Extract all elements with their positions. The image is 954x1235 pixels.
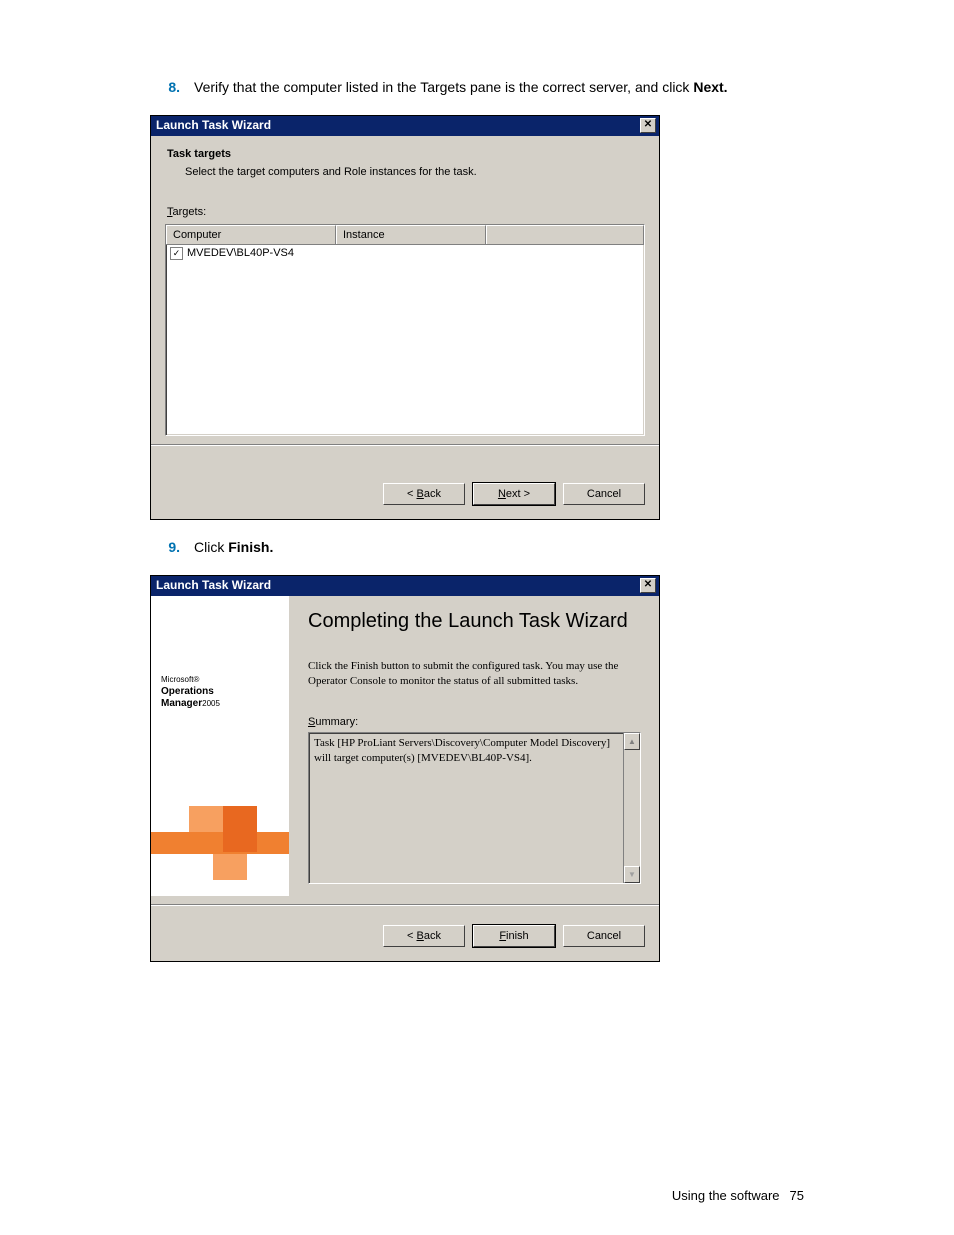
dialog2-titlebar[interactable]: Launch Task Wizard ✕ bbox=[151, 576, 659, 596]
wizard-heading: Completing the Launch Task Wizard bbox=[308, 610, 641, 633]
col-rest bbox=[486, 225, 644, 244]
wizard-sidebar: Microsoft® Operations Manager2005 bbox=[151, 596, 290, 897]
targets-label: Targets: bbox=[167, 206, 645, 218]
col-computer[interactable]: Computer bbox=[166, 225, 336, 244]
scrollbar[interactable]: ▲ ▼ bbox=[623, 733, 640, 883]
launch-task-wizard-dialog-targets: Launch Task Wizard ✕ Task targets Select… bbox=[150, 115, 660, 520]
dialog1-title: Launch Task Wizard bbox=[156, 118, 271, 132]
wizard-brand: Microsoft® Operations Manager2005 bbox=[161, 674, 220, 710]
cancel-button[interactable]: Cancel bbox=[563, 483, 645, 505]
step-9-bold: Finish. bbox=[228, 539, 273, 555]
footer-text: Using the software bbox=[672, 1188, 780, 1203]
step-8-text-before: Verify that the computer listed in the T… bbox=[194, 79, 693, 95]
back-button[interactable]: < Back bbox=[383, 925, 465, 947]
close-icon[interactable]: ✕ bbox=[640, 578, 656, 593]
page-footer: Using the software 75 bbox=[672, 1188, 804, 1203]
targets-row-computer: MVEDEV\BL40P-VS4 bbox=[187, 247, 294, 259]
close-icon[interactable]: ✕ bbox=[640, 118, 656, 133]
launch-task-wizard-dialog-complete: Launch Task Wizard ✕ Microsoft® Operatio… bbox=[150, 575, 660, 963]
wizard-paragraph: Click the Finish button to submit the co… bbox=[308, 659, 641, 689]
footer-page: 75 bbox=[790, 1188, 804, 1203]
checkbox-icon[interactable]: ✓ bbox=[170, 247, 183, 260]
scroll-up-icon[interactable]: ▲ bbox=[624, 733, 640, 750]
summary-label: Summary: bbox=[308, 716, 641, 728]
targets-list[interactable]: Computer Instance ✓ MVEDEV\BL40P-VS4 bbox=[165, 224, 645, 436]
targets-header: Computer Instance bbox=[166, 225, 644, 245]
summary-text: Task [HP ProLiant Servers\Discovery\Comp… bbox=[309, 733, 640, 883]
step-8-text: Verify that the computer listed in the T… bbox=[194, 78, 804, 97]
step-8: 8. Verify that the computer listed in th… bbox=[150, 78, 804, 97]
back-button[interactable]: < Back bbox=[383, 483, 465, 505]
dialog1-heading: Task targets bbox=[167, 148, 645, 160]
finish-button[interactable]: Finish bbox=[473, 925, 555, 947]
dialog2-buttons: < Back Finish Cancel bbox=[151, 905, 659, 961]
targets-row[interactable]: ✓ MVEDEV\BL40P-VS4 bbox=[166, 245, 644, 262]
dialog1-buttons: < Back Next > Cancel bbox=[151, 445, 659, 519]
step-9: 9. Click Finish. bbox=[150, 538, 804, 557]
dialog1-titlebar[interactable]: Launch Task Wizard ✕ bbox=[151, 116, 659, 136]
scroll-down-icon[interactable]: ▼ bbox=[624, 866, 640, 883]
step-8-number: 8. bbox=[150, 78, 194, 97]
cancel-button[interactable]: Cancel bbox=[563, 925, 645, 947]
dialog1-subtitle: Select the target computers and Role ins… bbox=[185, 166, 645, 178]
dialog2-title: Launch Task Wizard bbox=[156, 578, 271, 592]
wizard-sidebar-art bbox=[151, 786, 289, 896]
step-8-bold: Next. bbox=[693, 79, 727, 95]
col-instance[interactable]: Instance bbox=[336, 225, 486, 244]
step-9-text: Click Finish. bbox=[194, 538, 804, 557]
summary-box[interactable]: Task [HP ProLiant Servers\Discovery\Comp… bbox=[308, 732, 641, 884]
next-button[interactable]: Next > bbox=[473, 483, 555, 505]
step-9-number: 9. bbox=[150, 538, 194, 557]
step-9-text-before: Click bbox=[194, 539, 228, 555]
